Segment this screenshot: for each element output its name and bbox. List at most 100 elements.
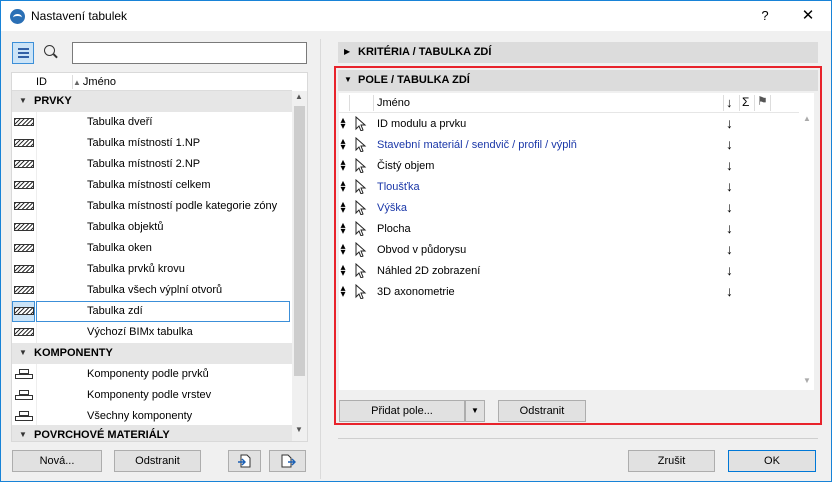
sort-down-arrow-icon[interactable]: ↓ — [726, 115, 733, 131]
criteria-section-header[interactable]: ▶ KRITÉRIA / TABULKA ZDÍ — [338, 42, 818, 63]
sort-down-arrow-icon[interactable]: ↓ — [726, 199, 733, 215]
component-stack-icon — [14, 390, 34, 400]
list-item[interactable]: Všechny komponenty — [12, 406, 292, 427]
group-komponenty[interactable]: ▼ KOMPONENTY — [12, 343, 292, 364]
group-label: PRVKY — [34, 95, 72, 107]
list-item[interactable]: Tabulka prvků krovu — [12, 259, 292, 280]
help-button[interactable]: ? — [745, 4, 785, 28]
close-button[interactable]: ✕ — [785, 4, 831, 28]
cancel-button[interactable]: Zrušit — [628, 450, 715, 472]
column-header-id[interactable]: ID — [36, 76, 47, 88]
group-povrchove-materialy[interactable]: ▼ POVRCHOVÉ MATERIÁLY — [12, 425, 292, 441]
fields-list-scrollbar[interactable]: ▲ ▼ — [800, 113, 814, 390]
field-label: Tloušťka — [377, 181, 420, 193]
field-row[interactable]: ▴ ▾ Obvod v půdorysu ↓ — [339, 240, 799, 261]
move-handle-icon[interactable]: ▴ ▾ — [340, 137, 346, 153]
move-handle-icon[interactable]: ▴ ▾ — [340, 179, 346, 195]
field-label: Čistý objem — [377, 160, 435, 172]
list-item[interactable]: Tabulka všech výplní otvorů — [12, 280, 292, 301]
sort-down-arrow-icon[interactable]: ↓ — [726, 220, 733, 236]
list-item-label: Tabulka zdí — [87, 305, 143, 317]
import-button[interactable] — [228, 450, 261, 472]
group-label: KOMPONENTY — [34, 347, 113, 359]
list-view-toggle-icon[interactable] — [12, 42, 34, 64]
ok-button[interactable]: OK — [728, 450, 816, 472]
list-item[interactable]: Tabulka dveří — [12, 112, 292, 133]
field-row[interactable]: ▴ ▾ Plocha ↓ — [339, 219, 799, 240]
wall-hatch-icon — [14, 223, 34, 231]
list-item[interactable]: Tabulka místností 2.NP — [12, 154, 292, 175]
wall-hatch-icon — [14, 160, 34, 168]
collapse-triangle-icon[interactable]: ▼ — [344, 75, 352, 84]
sort-down-arrow-icon[interactable]: ↓ — [726, 262, 733, 278]
component-stack-icon — [14, 369, 34, 379]
field-row[interactable]: ▴ ▾ Čistý objem ↓ — [339, 156, 799, 177]
move-handle-icon[interactable]: ▴ ▾ — [340, 116, 346, 132]
field-label: Náhled 2D zobrazení — [377, 265, 481, 277]
group-prvky[interactable]: ▼ PRVKY — [12, 91, 292, 112]
move-handle-icon[interactable]: ▴ ▾ — [340, 158, 346, 174]
panel-divider[interactable] — [320, 39, 321, 479]
move-handle-icon[interactable]: ▴ ▾ — [340, 263, 346, 279]
list-item-label: Tabulka objektů — [87, 221, 164, 233]
move-handle-icon[interactable]: ▴ ▾ — [340, 284, 346, 300]
field-row[interactable]: ▴ ▾ Náhled 2D zobrazení ↓ — [339, 261, 799, 282]
footer-divider — [338, 438, 818, 439]
list-item-label: Tabulka místností 1.NP — [87, 137, 201, 149]
delete-field-button[interactable]: Odstranit — [498, 400, 586, 422]
collapse-triangle-icon[interactable]: ▼ — [19, 348, 27, 357]
scroll-up-icon[interactable]: ▲ — [295, 92, 303, 101]
scroll-down-icon[interactable]: ▼ — [295, 425, 303, 434]
field-label: Stavební materiál / sendvič / profil / v… — [377, 139, 577, 151]
sort-down-arrow-icon[interactable]: ↓ — [726, 241, 733, 257]
search-input[interactable] — [72, 42, 307, 64]
scroll-down-icon[interactable]: ▼ — [803, 376, 811, 385]
column-header-name[interactable]: Jméno — [377, 97, 410, 109]
component-stack-icon — [14, 411, 34, 421]
list-item[interactable]: Tabulka oken — [12, 238, 292, 259]
collapse-triangle-icon[interactable]: ▼ — [19, 96, 27, 105]
expand-triangle-icon[interactable]: ▶ — [344, 47, 350, 56]
list-item-label: Komponenty podle vrstev — [87, 389, 212, 401]
sort-down-arrow-icon[interactable]: ↓ — [726, 136, 733, 152]
field-row[interactable]: ▴ ▾ Tloušťka ↓ — [339, 177, 799, 198]
field-row[interactable]: ▴ ▾ 3D axonometrie ↓ — [339, 282, 799, 303]
sort-down-arrow-icon[interactable]: ↓ — [726, 283, 733, 299]
dialog-window: Nastavení tabulek ? ✕ ID ▲ Jméno ▼ PRVKY … — [0, 0, 832, 482]
schemes-list-scrollbar[interactable]: ▲ ▼ — [292, 91, 307, 441]
search-icon[interactable] — [42, 43, 60, 61]
collapse-triangle-icon[interactable]: ▼ — [19, 430, 27, 439]
list-item[interactable]: Tabulka objektů — [12, 217, 292, 238]
delete-scheme-button[interactable]: Odstranit — [114, 450, 201, 472]
sort-down-arrow-icon[interactable]: ↓ — [726, 178, 733, 194]
fields-section-header[interactable]: ▼ POLE / TABULKA ZDÍ — [338, 70, 818, 91]
field-row[interactable]: ▴ ▾ ID modulu a prvku ↓ — [339, 114, 799, 135]
scroll-up-icon[interactable]: ▲ — [803, 114, 811, 123]
add-field-dropdown-icon[interactable]: ▼ — [465, 400, 485, 422]
list-item[interactable]: Výchozí BIMx tabulka — [12, 322, 292, 343]
move-handle-icon[interactable]: ▴ ▾ — [340, 242, 346, 258]
fields-list-header: Jméno ↓ Σ ⚑ — [339, 93, 799, 113]
move-handle-icon[interactable]: ▴ ▾ — [340, 221, 346, 237]
export-button[interactable] — [269, 450, 306, 472]
column-header-name[interactable]: ▲ Jméno — [73, 76, 116, 88]
field-row[interactable]: ▴ ▾ Výška ↓ — [339, 198, 799, 219]
pointer-icon — [355, 263, 367, 278]
sort-down-arrow-icon[interactable]: ↓ — [726, 157, 733, 173]
list-item-label: Všechny komponenty — [87, 410, 193, 422]
list-item[interactable]: Tabulka místností podle kategorie zóny — [12, 196, 292, 217]
list-item[interactable]: Tabulka místností 1.NP — [12, 133, 292, 154]
list-item[interactable]: Tabulka místností celkem — [12, 175, 292, 196]
list-item[interactable]: Komponenty podle prvků — [12, 364, 292, 385]
pointer-icon — [355, 137, 367, 152]
new-scheme-button[interactable]: Nová... — [12, 450, 102, 472]
wall-hatch-icon — [14, 139, 34, 147]
scroll-thumb[interactable] — [294, 106, 305, 376]
list-item[interactable]: Komponenty podle vrstev — [12, 385, 292, 406]
field-row[interactable]: ▴ ▾ Stavební materiál / sendvič / profil … — [339, 135, 799, 156]
schemes-list: ID ▲ Jméno ▼ PRVKY Tabulka dveří Tabulka … — [11, 72, 308, 442]
field-label: Výška — [377, 202, 407, 214]
add-field-button[interactable]: Přidat pole... — [339, 400, 465, 422]
list-item-selected[interactable]: Tabulka zdí — [12, 301, 292, 322]
move-handle-icon[interactable]: ▴ ▾ — [340, 200, 346, 216]
